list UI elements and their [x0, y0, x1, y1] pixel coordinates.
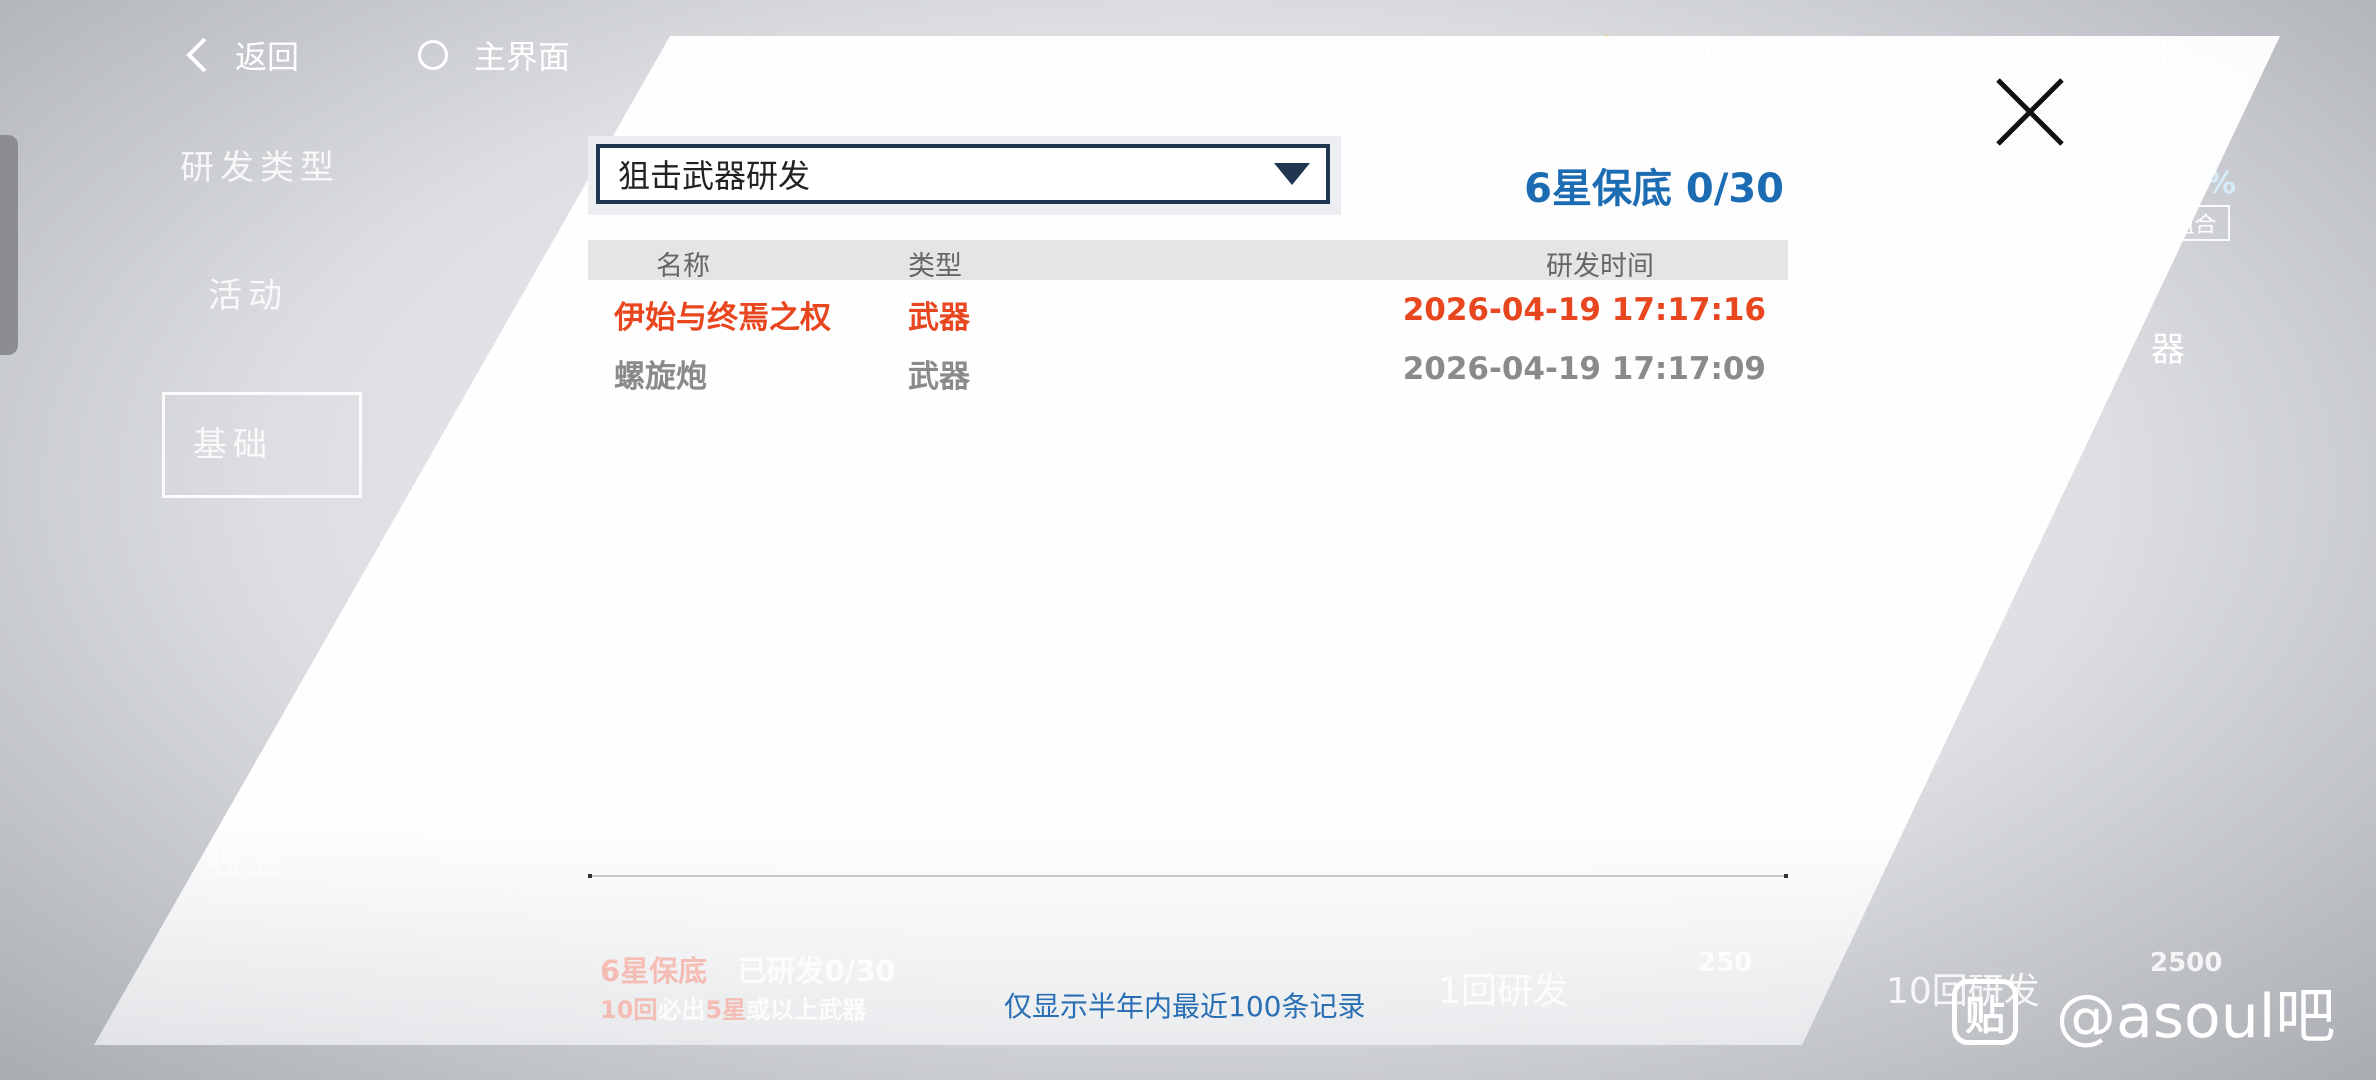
pity-bg-label: 6星保底: [600, 954, 708, 988]
table-header: 名称 类型 研发时间: [588, 240, 1788, 282]
close-icon[interactable]: [1990, 72, 2070, 152]
research-type-label: 研发类型: [180, 148, 340, 188]
column-time: 研发时间: [1546, 251, 1654, 282]
research-once-cost: 250: [1698, 948, 1753, 978]
record-type: 武器: [908, 300, 970, 336]
side-handle: [0, 135, 18, 355]
guarantee-must: 必出: [657, 996, 706, 1024]
record-limit-note: 仅显示半年内最近100条记录: [1004, 990, 1366, 1023]
caret-down-icon: [1274, 163, 1310, 185]
guarantee-count: 10回: [600, 996, 658, 1024]
watermark-text: @asoul吧: [2056, 982, 2336, 1052]
pool-selector-wrap: 狙击武器研发: [588, 136, 1341, 215]
switch-combo-button[interactable]: ⇄ 切换组合: [2090, 205, 2231, 241]
column-type: 类型: [908, 251, 962, 282]
record-type: 武器: [908, 359, 970, 395]
resource-rocket-value: 0: [2057, 34, 2079, 72]
research-done-bg: 已研发0/30: [737, 954, 896, 988]
home-label: 主界面: [474, 38, 571, 76]
weapon-class-label: 狙击武器: [1965, 330, 2213, 370]
tab-basic-frame[interactable]: 基础: [162, 392, 362, 498]
tieba-logo-icon: 贴: [1952, 978, 2018, 1045]
resource-pencil-value: 1620: [1697, 34, 1779, 72]
tab-basic: 基础: [193, 425, 273, 465]
add-pencil-button[interactable]: +: [1858, 30, 1892, 76]
table-row: 伊始与终焉之权 武器 2026-04-19 17:17:16: [588, 280, 1788, 339]
record-time: 2026-04-19 17:17:09: [1402, 351, 1766, 387]
table-divider: [588, 874, 1788, 878]
switch-combo-label: 切换组合: [2128, 213, 2217, 238]
table-body: 伊始与终焉之权 武器 2026-04-19 17:17:16 螺旋炮 武器 2026-04…: [588, 280, 1788, 398]
pity-counter: 6星保底 0/30: [1524, 166, 1784, 212]
add-rocket-button[interactable]: +: [2148, 30, 2182, 76]
record-name: 伊始与终焉之权: [614, 300, 831, 336]
research-once-button[interactable]: 1回研发: [1438, 962, 1569, 1014]
table-row: 螺旋炮 武器 2026-04-19 17:17:09: [588, 339, 1788, 398]
guarantee-star: 5星: [705, 996, 747, 1024]
watermark: 贴 @asoul吧: [1952, 968, 2335, 1055]
record-name: 螺旋炮: [614, 359, 707, 395]
back-label: 返回: [235, 38, 300, 76]
rocket-currency-icon: [1916, 35, 1960, 71]
pity-status-bg: 6星保底 已研发0/30: [600, 948, 896, 990]
home-button[interactable]: 主界面: [418, 30, 570, 80]
home-circle-icon: [418, 40, 448, 70]
back-button[interactable]: 返回: [185, 30, 299, 80]
record-time: 2026-04-19 17:17:16: [1402, 292, 1766, 328]
pool-selector-dropdown[interactable]: 狙击武器研发: [596, 144, 1330, 204]
swap-icon: ⇄: [2104, 210, 2123, 236]
guarantee-rest: 或以上武器: [746, 996, 867, 1024]
six-star-rate: 占6星出率80%: [2023, 166, 2236, 201]
pencil-currency-icon: [1576, 33, 1620, 73]
guarantee-note-bg: 10回必出5星或以上武器: [600, 990, 866, 1025]
tab-event[interactable]: 活动: [208, 268, 288, 317]
pool-selector-value: 狙击武器研发: [618, 157, 811, 195]
column-name: 名称: [656, 251, 710, 282]
history-table: 名称 类型 研发时间 伊始与终焉之权 武器 2026-04-19 17:17:16 螺…: [588, 240, 1788, 398]
chevron-left-icon: [186, 37, 207, 73]
tab-independent[interactable]: 独立: [208, 834, 288, 883]
resource-rocket: 0 +: [1916, 28, 2182, 78]
resource-pencil: 1620 +: [1576, 28, 1892, 78]
